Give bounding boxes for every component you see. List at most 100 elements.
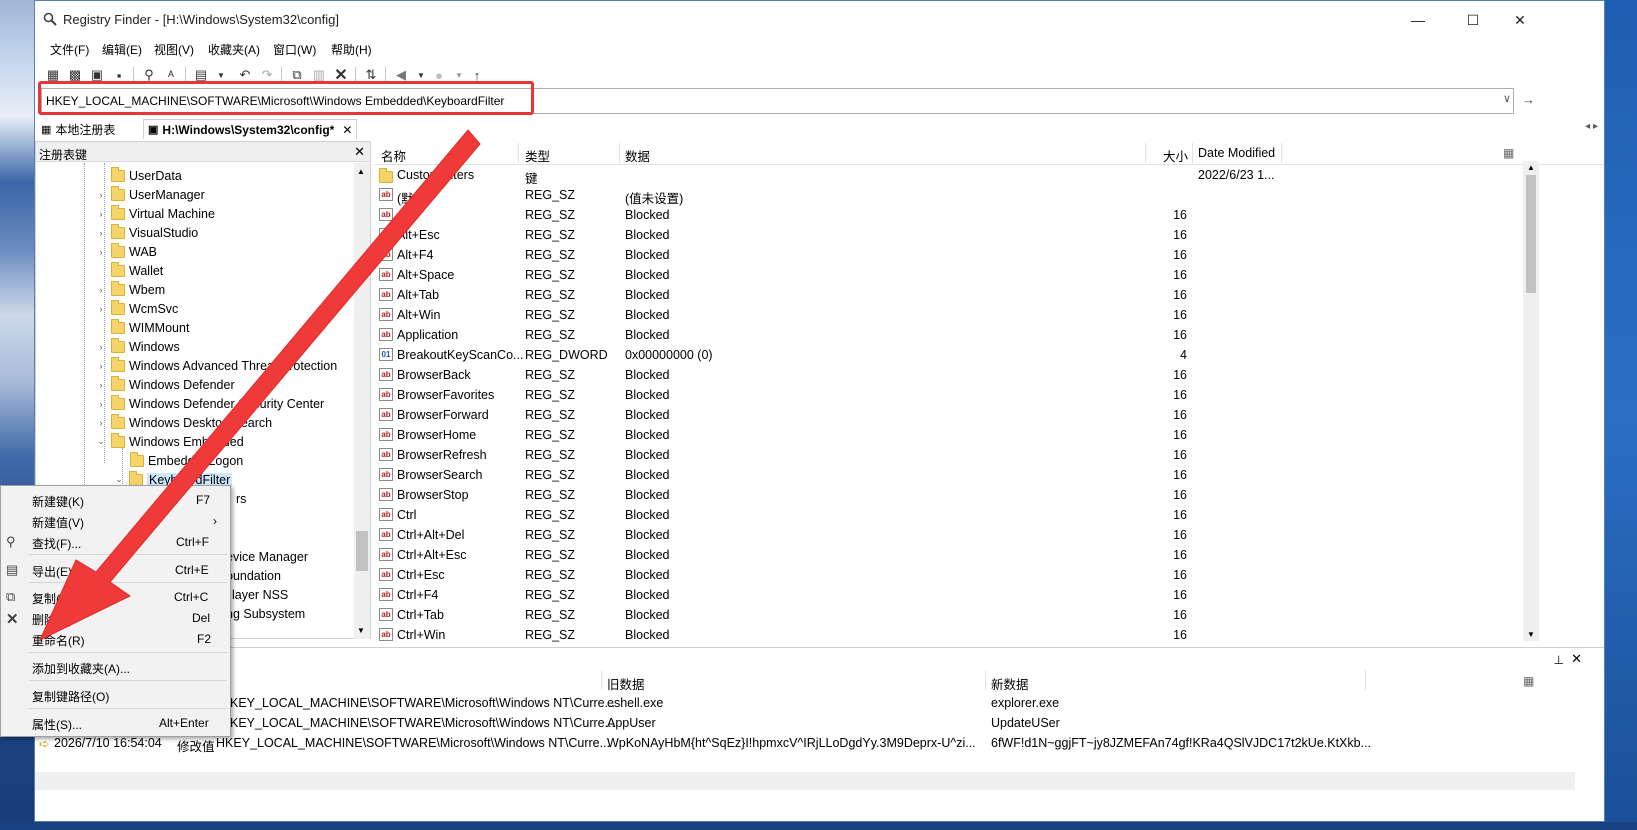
chevron-right-icon[interactable]: › [96,342,106,352]
column-divider[interactable] [985,670,986,690]
list-scrollbar-thumb[interactable] [1526,175,1536,293]
value-row[interactable]: ab Alt+Win REG_SZ Blocked 16 [375,306,1515,326]
column-date-modified[interactable]: Date Modified [1198,146,1275,160]
value-row[interactable]: ab Alt+Space REG_SZ Blocked 16 [375,266,1515,286]
menu-view[interactable]: 视图(V) [154,41,194,58]
ctx-copy-key-path[interactable]: 复制键路径(O) [1,684,230,706]
tree-item[interactable]: ⌄ Windows Embedded [96,432,244,451]
ctx-add-favorite[interactable]: 添加到收藏夹(A)... [1,656,230,678]
chevron-down-icon[interactable]: ∨ [1503,92,1511,105]
tab-scroll-arrows[interactable]: ◂ ▸ [1585,121,1598,132]
value-row[interactable]: ab Ctrl+Win REG_SZ Blocked 16 [375,626,1515,646]
close-icon[interactable]: ✕ [354,144,365,160]
value-row[interactable]: ab Ctrl+Tab REG_SZ Blocked 16 [375,606,1515,626]
scroll-down-arrow[interactable]: ▼ [357,626,365,635]
menu-edit[interactable]: 编辑(E) [102,41,142,58]
value-row[interactable]: ab (默认) REG_SZ (值未设置) [375,186,1515,206]
column-divider[interactable] [518,143,519,163]
log-row[interactable]: KEY_LOCAL_MACHINE\SOFTWARE\Microsoft\Win… [35,694,1555,714]
ctx-properties[interactable]: 属性(S)... Alt+Enter [1,712,230,734]
column-divider[interactable] [1365,670,1366,690]
value-row[interactable]: ab BrowserBack REG_SZ Blocked 16 [375,366,1515,386]
column-divider[interactable] [1192,143,1193,163]
close-button[interactable]: ✕ [1497,7,1543,33]
scroll-down-arrow[interactable]: ▼ [1527,630,1535,639]
chevron-right-icon[interactable]: › [96,228,106,238]
ctx-copy[interactable]: ⧉ 复制(C) Ctrl+C [1,586,230,608]
chevron-right-icon[interactable]: › [96,361,106,371]
column-divider[interactable] [1145,143,1146,163]
value-row[interactable]: ab Ctrl REG_SZ Blocked 16 [375,506,1515,526]
value-row[interactable]: ab Ctrl+Esc REG_SZ Blocked 16 [375,566,1515,586]
pin-icon[interactable]: ⊥ [1554,653,1564,667]
column-data[interactable]: 数据 [625,146,650,165]
ctx-find[interactable]: ⚲ 查找(F)... Ctrl+F [1,531,230,553]
ctx-new-key[interactable]: 新建键(K) F7 [1,489,230,511]
value-row[interactable]: ab Application REG_SZ Blocked 16 [375,326,1515,346]
value-row[interactable]: ab Alt+Tab REG_SZ Blocked 16 [375,286,1515,306]
tree-scrollbar-thumb[interactable] [356,531,368,571]
tree-item[interactable]: › Virtual Machine [96,204,215,223]
tree-item[interactable]: › Windows Defender [96,375,235,394]
tab-local-registry[interactable]: ▦ 本地注册表 [41,119,115,139]
log-row[interactable]: ➪ 2026/7/10 16:54:04 修改值 HKEY_LOCAL_MACH… [35,734,1555,754]
tree-item[interactable]: Wallet [111,261,163,280]
go-arrow-icon[interactable]: → [1522,92,1535,107]
minimize-button[interactable]: — [1395,7,1441,33]
list-scrollbar[interactable]: ▲ ▼ [1523,161,1539,641]
value-row[interactable]: ab BrowserStop REG_SZ Blocked 16 [375,486,1515,506]
column-type[interactable]: 类型 [525,146,550,165]
column-chooser-icon[interactable]: ▦ [1503,146,1514,160]
tree-item[interactable]: WIMMount [111,318,189,337]
tree-item[interactable]: › Wbem [96,280,165,299]
tree-item[interactable]: layer NSS [232,585,288,604]
tree-item[interactable]: › Windows [96,337,180,356]
tree-item[interactable]: › WcmSvc [96,299,178,318]
column-chooser-icon[interactable]: ▦ [1523,674,1534,688]
value-row[interactable]: ab BrowserRefresh REG_SZ Blocked 16 [375,446,1515,466]
value-row[interactable]: ab BrowserHome REG_SZ Blocked 16 [375,426,1515,446]
value-row[interactable]: CustomFilters 键 2022/6/23 1... [375,166,1515,186]
scroll-up-arrow[interactable]: ▲ [357,167,365,176]
log-row[interactable]: KEY_LOCAL_MACHINE\SOFTWARE\Microsoft\Win… [35,714,1555,734]
column-divider[interactable] [1281,143,1282,163]
tree-item[interactable]: evice Manager [226,547,308,566]
tree-item[interactable]: EmbeddedLogon [130,451,243,470]
tree-item[interactable]: UserData [111,166,182,185]
value-row[interactable]: ab Alt+F4 REG_SZ Blocked 16 [375,246,1515,266]
tree-item[interactable]: › WAB [96,242,157,261]
close-icon[interactable]: ✕ [342,123,352,137]
chevron-right-icon[interactable]: › [96,209,106,219]
tree-item[interactable]: › Windows Desktop Search [96,413,272,432]
value-row[interactable]: 01 BreakoutKeyScanCo... REG_DWORD 0x0000000… [375,346,1515,366]
tree-item[interactable]: ng Subsystem [226,604,305,623]
menu-favorites[interactable]: 收藏夹(A) [208,41,260,58]
tree-item[interactable]: rs [236,489,246,508]
column-divider[interactable] [619,143,620,163]
close-icon[interactable]: ✕ [1571,651,1582,667]
chevron-right-icon[interactable]: › [96,247,106,257]
ctx-new-value[interactable]: 新建值(V) › [1,510,230,532]
column-new-data[interactable]: 新数据 [991,674,1029,693]
column-size[interactable]: 大小 [1163,146,1188,165]
chevron-right-icon[interactable]: › [96,399,106,409]
tree-item[interactable]: › VisualStudio [96,223,198,242]
maximize-button[interactable]: ☐ [1450,7,1496,33]
value-row[interactable]: ab Ctrl+F4 REG_SZ Blocked 16 [375,586,1515,606]
chevron-right-icon[interactable]: › [96,418,106,428]
value-row[interactable]: ab Ctrl+Alt+Esc REG_SZ Blocked 16 [375,546,1515,566]
value-row[interactable]: ab Alt+Esc REG_SZ Blocked 16 [375,226,1515,246]
ctx-export[interactable]: ▤ 导出(E)... Ctrl+E [1,559,230,581]
chevron-down-icon[interactable]: ⌄ [114,474,124,485]
tab-config-hive[interactable]: ▣ H:\Windows\System32\config* ✕ [143,119,358,139]
menu-window[interactable]: 窗口(W) [273,41,316,58]
menu-help[interactable]: 帮助(H) [331,41,372,58]
value-row[interactable]: ab Alt REG_SZ Blocked 16 [375,206,1515,226]
tree-item[interactable]: › Windows Advanced Threat Protection [96,356,337,375]
chevron-right-icon[interactable]: › [96,285,106,295]
tree-item[interactable]: › Windows Defender Security Center [96,394,324,413]
ctx-delete[interactable]: ✕ 删除(D) Del [1,607,230,629]
column-name[interactable]: 名称 [381,146,406,165]
tree-item[interactable]: oundation [226,566,281,585]
ctx-rename[interactable]: 重命名(R) F2 [1,628,230,650]
